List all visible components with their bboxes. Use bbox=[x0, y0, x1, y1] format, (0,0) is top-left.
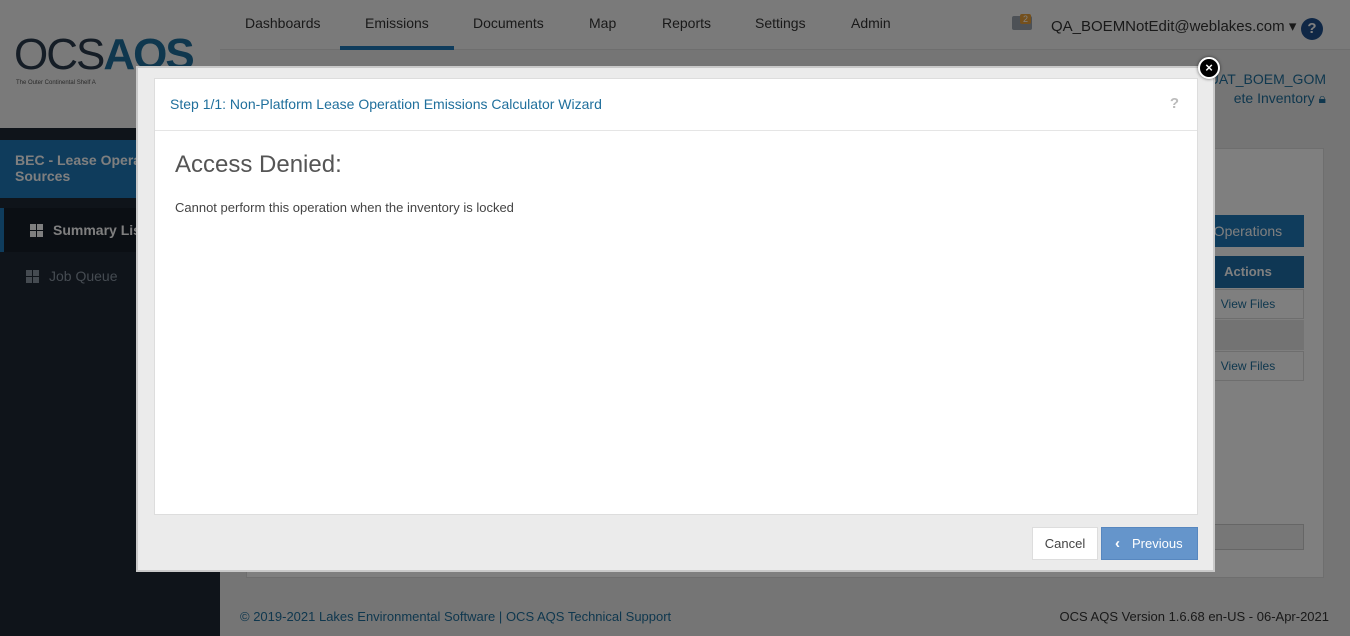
close-icon[interactable]: × bbox=[1198, 57, 1220, 79]
previous-button[interactable]: ‹ Previous bbox=[1101, 527, 1198, 560]
access-denied-heading: Access Denied: bbox=[175, 151, 342, 178]
previous-label: Previous bbox=[1132, 536, 1183, 551]
wizard-title: Step 1/1: Non-Platform Lease Operation E… bbox=[170, 96, 602, 112]
access-denied-message: Cannot perform this operation when the i… bbox=[175, 200, 514, 215]
wizard-header: Step 1/1: Non-Platform Lease Operation E… bbox=[155, 79, 1197, 131]
cancel-button[interactable]: Cancel bbox=[1032, 527, 1098, 560]
wizard-panel: Step 1/1: Non-Platform Lease Operation E… bbox=[154, 78, 1198, 515]
chevron-left-icon: ‹ bbox=[1115, 535, 1120, 552]
help-icon[interactable]: ? bbox=[1170, 95, 1179, 112]
wizard-modal: Step 1/1: Non-Platform Lease Operation E… bbox=[136, 66, 1215, 572]
